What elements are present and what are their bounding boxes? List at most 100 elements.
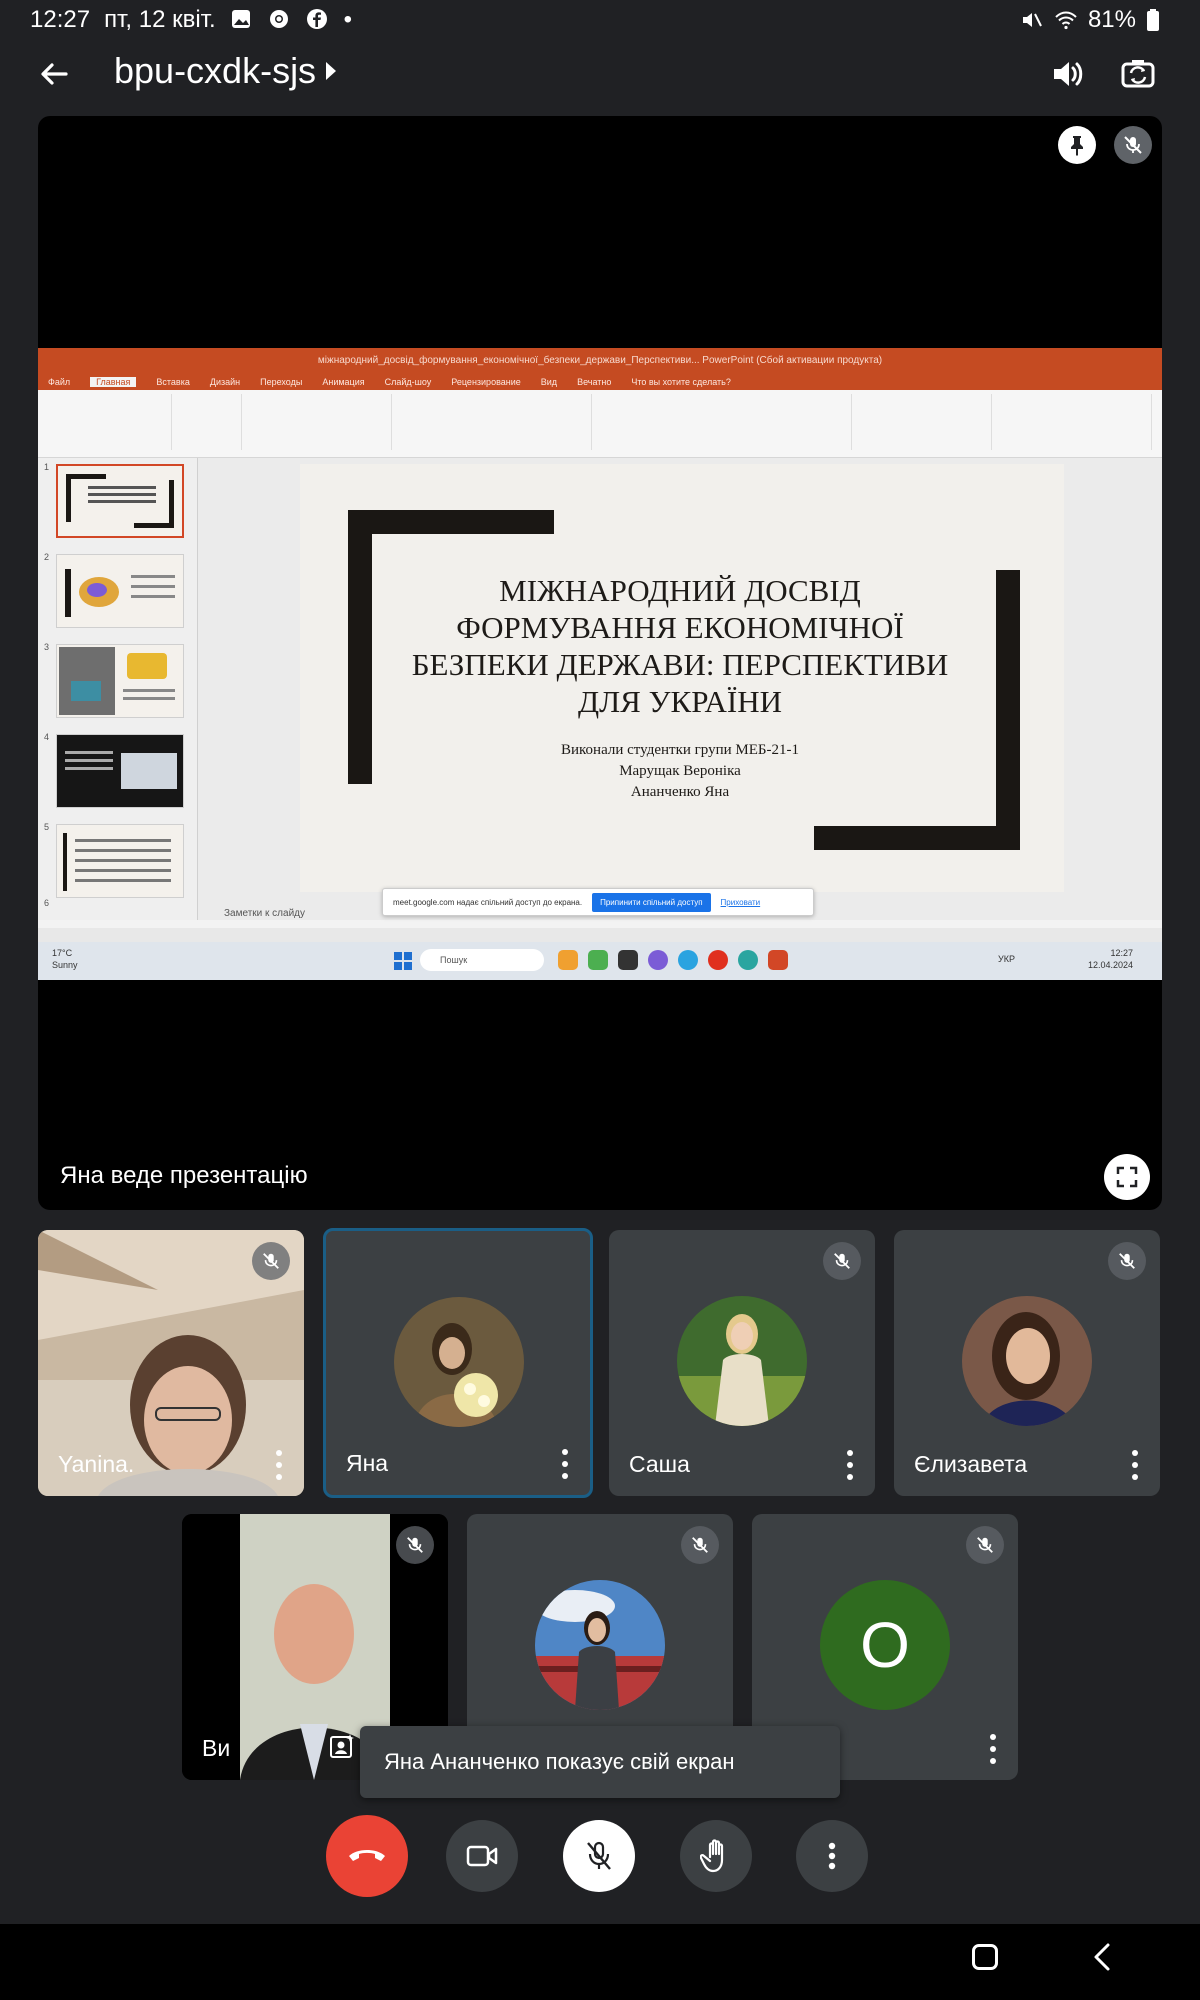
mic-off-icon bbox=[834, 1253, 850, 1269]
switch-camera-button[interactable] bbox=[1118, 54, 1158, 94]
switch-camera-icon bbox=[1121, 60, 1155, 88]
mic-toggle-button[interactable] bbox=[563, 1820, 635, 1892]
ribbon-tab: Вечатно bbox=[577, 377, 612, 387]
thumb-number: 5 bbox=[44, 822, 50, 832]
more-vert-icon bbox=[828, 1842, 836, 1870]
end-call-button[interactable] bbox=[326, 1815, 408, 1897]
taskbar-date: 12.04.2024 bbox=[1088, 960, 1134, 970]
slide-bracket bbox=[996, 570, 1020, 850]
wifi-icon bbox=[1054, 8, 1078, 32]
ribbon-group bbox=[852, 394, 992, 450]
camera-toggle-button[interactable] bbox=[446, 1820, 518, 1892]
slide-thumbnails: 1 2 3 4 5 6 bbox=[38, 458, 198, 920]
hang-up-icon bbox=[349, 1850, 385, 1861]
recent-apps-button[interactable] bbox=[972, 1944, 998, 1970]
audio-output-button[interactable] bbox=[1048, 54, 1088, 94]
ribbon-group bbox=[172, 394, 242, 450]
participant-tile[interactable]: Яна bbox=[323, 1228, 593, 1498]
participant-name: Yanina. bbox=[58, 1451, 135, 1477]
participant-tile[interactable]: Саша bbox=[609, 1230, 875, 1496]
app-icon bbox=[588, 950, 608, 970]
slide-subtitle: Виконали студентки групи МЕБ-21-1 Маруща… bbox=[400, 740, 960, 803]
powerpoint-ribbon-tabs: Файл Главная Вставка Дизайн Переходы Ани… bbox=[38, 374, 1162, 390]
meeting-code-button[interactable]: bpu-cxdk-sjs bbox=[114, 50, 337, 92]
facebook-icon bbox=[306, 8, 330, 32]
ribbon-group bbox=[42, 394, 172, 450]
more-notifications-icon: • bbox=[343, 6, 353, 33]
taskbar-search: Пошук bbox=[420, 949, 544, 971]
presenter-mic-off-indicator bbox=[1114, 126, 1152, 164]
participant-tile[interactable]: Yanina. bbox=[38, 1230, 304, 1496]
chrome-icon bbox=[268, 8, 292, 32]
slide-thumbnail bbox=[56, 554, 184, 628]
shared-screen: міжнародний_досвід_формування_економічно… bbox=[38, 348, 1162, 980]
raise-hand-button[interactable] bbox=[680, 1820, 752, 1892]
mic-off-icon bbox=[407, 1537, 423, 1553]
participant-more-button[interactable] bbox=[986, 1734, 1000, 1764]
pin-icon bbox=[1071, 136, 1083, 156]
slide-bracket bbox=[814, 826, 1020, 850]
slide-thumbnail bbox=[56, 734, 184, 808]
fullscreen-button[interactable] bbox=[1104, 1154, 1150, 1200]
ribbon-group bbox=[992, 394, 1152, 450]
ribbon-group bbox=[392, 394, 592, 450]
participant-avatar bbox=[535, 1580, 665, 1710]
slide-bracket bbox=[348, 510, 554, 534]
mic-off-icon bbox=[263, 1253, 279, 1269]
share-banner-text: meet.google.com надає спільний доступ до… bbox=[393, 897, 583, 907]
battery-icon bbox=[1146, 8, 1170, 32]
pin-button[interactable] bbox=[1058, 126, 1096, 164]
participant-mic-off-indicator bbox=[681, 1526, 719, 1564]
windows-taskbar: 17°C Sunny Пошук УКР 12:27 12.04.2024 bbox=[38, 942, 1162, 980]
participant-avatar bbox=[962, 1296, 1092, 1426]
video-camera-icon bbox=[466, 1845, 498, 1867]
ribbon-tab: Что вы хотите сделать? bbox=[631, 377, 731, 387]
screen-share-toast: Яна Ананченко показує свій екран bbox=[360, 1726, 840, 1798]
ribbon-tab: Вид bbox=[540, 377, 558, 387]
participant-name: Ви bbox=[202, 1735, 231, 1761]
taskbar-time: 12:27 bbox=[1110, 948, 1134, 958]
windows-start-icon bbox=[394, 952, 412, 970]
participant-name: Саша bbox=[629, 1451, 690, 1477]
ribbon-group bbox=[242, 394, 392, 450]
slide-thumbnail bbox=[56, 464, 184, 538]
more-options-button[interactable] bbox=[796, 1820, 868, 1892]
status-bar: 12:27 пт, 12 квіт. • 81% bbox=[0, 0, 1200, 40]
participant-more-button[interactable] bbox=[843, 1450, 857, 1480]
mic-off-icon bbox=[1124, 136, 1142, 154]
screen-share-banner: meet.google.com надає спільний доступ до… bbox=[382, 888, 814, 916]
taskbar-clock: 12:27 12.04.2024 bbox=[1088, 947, 1133, 971]
system-back-button[interactable] bbox=[1088, 1942, 1118, 1972]
participant-more-button[interactable] bbox=[558, 1449, 572, 1479]
mute-icon bbox=[1020, 8, 1044, 32]
ribbon-tab: Переходы bbox=[260, 377, 303, 387]
participant-avatar bbox=[677, 1296, 807, 1426]
thumb-number: 4 bbox=[44, 732, 50, 742]
hide-banner-link: Приховати bbox=[720, 897, 761, 907]
app-icon bbox=[618, 950, 638, 970]
participant-tile[interactable]: Єлизавета bbox=[894, 1230, 1160, 1496]
powerpoint-icon bbox=[768, 950, 788, 970]
telegram-icon bbox=[678, 950, 698, 970]
raise-hand-icon bbox=[700, 1839, 724, 1873]
powerpoint-ribbon bbox=[38, 390, 1162, 458]
taskbar-language: УКР bbox=[998, 954, 1015, 964]
app-icon bbox=[558, 950, 578, 970]
stop-sharing-button: Припинити спільний доступ bbox=[592, 892, 711, 912]
speaker-icon bbox=[1054, 62, 1083, 86]
mic-off-icon bbox=[587, 1841, 611, 1870]
arrow-back-icon bbox=[41, 63, 68, 85]
fullscreen-icon bbox=[1116, 1166, 1138, 1188]
current-slide: МІЖНАРОДНИЙ ДОСВІД ФОРМУВАННЯ ЕКОНОМІЧНО… bbox=[300, 464, 1064, 892]
viber-icon bbox=[648, 950, 668, 970]
slide-thumbnail bbox=[56, 644, 184, 718]
participant-more-button[interactable] bbox=[1128, 1450, 1142, 1480]
effects-button[interactable] bbox=[328, 1732, 358, 1762]
back-button[interactable] bbox=[36, 56, 72, 92]
participant-mic-off-indicator bbox=[966, 1526, 1004, 1564]
meeting-code: bpu-cxdk-sjs bbox=[114, 50, 317, 91]
status-time: 12:27 bbox=[30, 6, 91, 33]
participant-more-button[interactable] bbox=[272, 1450, 286, 1480]
thumb-number: 6 bbox=[44, 898, 50, 908]
ribbon-tab: Рецензирование bbox=[451, 377, 521, 387]
